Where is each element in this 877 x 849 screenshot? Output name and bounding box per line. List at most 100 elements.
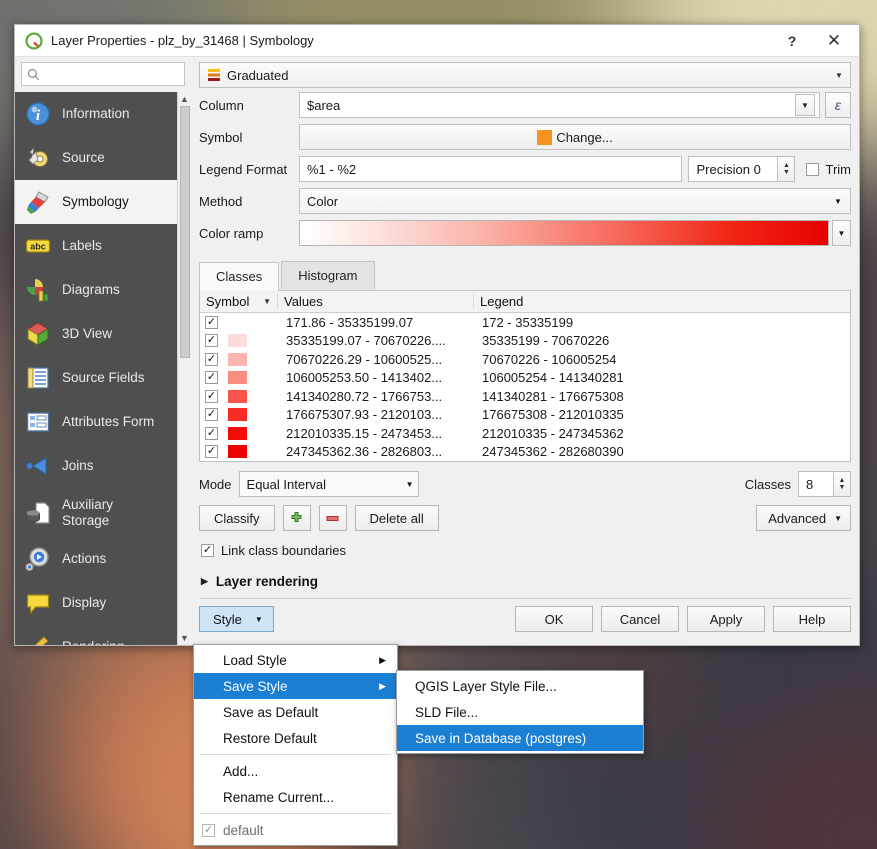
layer-rendering-section[interactable]: ▶ Layer rendering [201, 574, 851, 589]
close-button[interactable]: ✕ [813, 26, 855, 56]
chevron-down-icon[interactable]: ▼ [795, 94, 815, 116]
sidebar-item-3d-view[interactable]: 3D View [15, 312, 191, 356]
column-header-legend[interactable]: Legend [474, 294, 850, 309]
table-cell-legend[interactable]: 212010335 - 247345362 [474, 424, 850, 443]
link-class-boundaries-row[interactable]: Link class boundaries [201, 543, 851, 558]
chevron-down-icon[interactable]: ▼ [834, 514, 842, 523]
table-row[interactable]: 70670226.29 - 10600525...70670226 - 1060… [200, 350, 850, 369]
sidebar-scrollbar[interactable]: ▲ ▼ [177, 92, 191, 645]
precision-spinbox[interactable]: Precision 0 [688, 156, 779, 182]
sidebar-item-information[interactable]: i Information [15, 92, 191, 136]
table-cell-legend[interactable]: 176675308 - 212010335 [474, 406, 850, 425]
class-color-swatch[interactable] [228, 445, 247, 459]
table-row[interactable]: 171.86 - 35335199.07172 - 35335199 [200, 313, 850, 332]
table-cell-legend[interactable]: 35335199 - 70670226 [474, 332, 850, 351]
table-row[interactable]: 141340280.72 - 1766753...141340281 - 176… [200, 387, 850, 406]
chevron-down-icon[interactable]: ▼ [830, 71, 848, 80]
ok-button[interactable]: OK [515, 606, 593, 632]
column-combo[interactable]: $area ▼ [299, 92, 820, 118]
help-button[interactable]: ? [771, 26, 813, 56]
sidebar-item-auxiliary-storage[interactable]: Auxiliary Storage [15, 488, 191, 537]
tab-histogram[interactable]: Histogram [281, 261, 375, 290]
menu-item-add[interactable]: Add... [194, 758, 397, 784]
scroll-up-icon[interactable]: ▲ [180, 92, 189, 106]
column-header-values[interactable]: Values [278, 294, 474, 309]
row-checkbox[interactable] [205, 315, 218, 329]
submenu-item-qgis-layer-style-file[interactable]: QGIS Layer Style File... [397, 673, 643, 699]
trim-checkbox-wrap[interactable]: Trim [806, 162, 851, 177]
color-ramp-dropdown[interactable]: ▼ [832, 220, 851, 246]
trim-checkbox[interactable] [806, 162, 820, 176]
table-cell-values[interactable]: 247345362.36 - 2826803... [278, 443, 474, 462]
spinner-down-icon[interactable]: ▼ [783, 169, 790, 176]
menu-item-save-style[interactable]: Save Style ▶ [194, 673, 397, 699]
sidebar-item-source-fields[interactable]: Source Fields [15, 356, 191, 400]
expand-collapse-icon[interactable]: ▶ [201, 576, 208, 587]
table-cell-values[interactable]: 70670226.29 - 10600525... [278, 350, 474, 369]
classify-button[interactable]: Classify [199, 505, 275, 531]
class-color-swatch[interactable] [228, 334, 247, 348]
expression-button[interactable]: ε [825, 92, 851, 118]
menu-item-default[interactable]: default [194, 817, 397, 843]
row-checkbox[interactable] [205, 389, 218, 403]
sidebar-item-attributes-form[interactable]: Attributes Form [15, 400, 191, 444]
chevron-down-icon[interactable]: ▼ [255, 615, 263, 624]
submenu-item-sld-file[interactable]: SLD File... [397, 699, 643, 725]
remove-class-button[interactable] [318, 505, 347, 531]
search-input[interactable] [40, 66, 202, 82]
sidebar-item-rendering[interactable]: Rendering [15, 625, 191, 645]
table-cell-legend[interactable]: 247345362 - 282680390 [474, 443, 850, 462]
chevron-down-icon[interactable]: ▼ [406, 480, 414, 489]
search-box[interactable] [21, 62, 202, 86]
table-cell-legend[interactable]: 141340281 - 176675308 [474, 387, 850, 406]
legend-format-input[interactable]: %1 - %2 [299, 156, 683, 182]
mode-combo[interactable]: Equal Interval ▼ [238, 471, 419, 497]
cancel-button[interactable]: Cancel [601, 606, 679, 632]
sidebar-item-display[interactable]: Display [15, 581, 191, 625]
classes-count-stepper[interactable]: ▲ ▼ [834, 471, 851, 497]
row-checkbox[interactable] [205, 445, 218, 459]
menu-item-save-as-default[interactable]: Save as Default [194, 699, 397, 725]
column-header-symbol[interactable]: Symbol ▼ [200, 294, 278, 309]
table-row[interactable]: 106005253.50 - 1413402...106005254 - 141… [200, 369, 850, 388]
renderer-type-combo[interactable]: Graduated ▼ [199, 62, 851, 88]
link-class-boundaries-checkbox[interactable] [201, 544, 214, 557]
style-button[interactable]: Style ▼ [199, 606, 274, 632]
class-color-swatch[interactable] [228, 371, 247, 385]
spinner-down-icon[interactable]: ▼ [839, 484, 846, 491]
sidebar-item-diagrams[interactable]: Diagrams [15, 268, 191, 312]
row-checkbox[interactable] [205, 352, 218, 366]
chevron-down-icon[interactable]: ▼ [828, 197, 848, 206]
class-color-swatch[interactable] [228, 408, 247, 422]
spinner-up-icon[interactable]: ▲ [839, 477, 846, 484]
scrollbar-thumb[interactable] [180, 106, 190, 358]
color-ramp-preview[interactable] [299, 220, 829, 246]
menu-item-load-style[interactable]: Load Style ▶ [194, 647, 397, 673]
menu-item-rename-current[interactable]: Rename Current... [194, 784, 397, 810]
row-checkbox[interactable] [205, 408, 218, 422]
class-color-swatch[interactable] [228, 426, 247, 440]
table-row[interactable]: 35335199.07 - 70670226....35335199 - 706… [200, 332, 850, 351]
row-checkbox[interactable] [205, 426, 218, 440]
table-cell-values[interactable]: 212010335.15 - 2473453... [278, 424, 474, 443]
submenu-item-save-in-database-postgres[interactable]: Save in Database (postgres) [397, 725, 643, 751]
table-cell-values[interactable]: 106005253.50 - 1413402... [278, 369, 474, 388]
delete-all-button[interactable]: Delete all [354, 505, 439, 531]
class-color-swatch[interactable] [228, 389, 247, 403]
apply-button[interactable]: Apply [687, 606, 765, 632]
add-class-button[interactable] [282, 505, 311, 531]
sidebar-item-joins[interactable]: Joins [15, 444, 191, 488]
advanced-button[interactable]: Advanced ▼ [756, 505, 851, 531]
change-symbol-button[interactable]: Change... [299, 124, 851, 150]
menu-item-checkbox[interactable] [202, 823, 215, 837]
table-row[interactable]: 212010335.15 - 2473453...212010335 - 247… [200, 424, 850, 443]
table-row[interactable]: 176675307.93 - 2120103...176675308 - 212… [200, 406, 850, 425]
tab-classes[interactable]: Classes [199, 262, 280, 291]
method-combo[interactable]: Color ▼ [299, 188, 851, 214]
precision-stepper[interactable]: ▲ ▼ [778, 156, 796, 182]
table-cell-values[interactable]: 141340280.72 - 1766753... [278, 387, 474, 406]
row-checkbox[interactable] [205, 371, 218, 385]
class-color-swatch[interactable] [228, 352, 247, 366]
sort-descending-icon[interactable]: ▼ [263, 297, 271, 306]
sidebar-item-symbology[interactable]: Symbology [15, 180, 191, 224]
